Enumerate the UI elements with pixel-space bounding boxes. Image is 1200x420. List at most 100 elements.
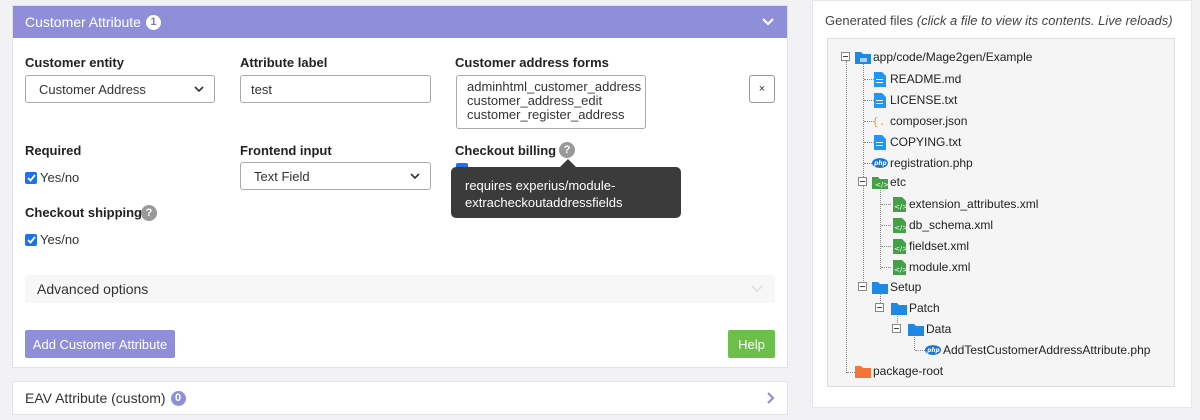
tree-label: module.xml bbox=[909, 260, 971, 274]
collapse-toggle[interactable] bbox=[858, 177, 867, 186]
files-heading-note: (click a file to view its contents. Live… bbox=[916, 13, 1173, 28]
tree-connector bbox=[881, 267, 891, 268]
help-icon[interactable]: ? bbox=[141, 205, 157, 221]
tree-connector bbox=[881, 204, 891, 205]
customer-entity-select[interactable]: Customer Address bbox=[25, 75, 215, 103]
collapse-toggle[interactable] bbox=[858, 282, 867, 291]
tree-file[interactable]: php AddTestCustomerAddressAttribute.php bbox=[925, 342, 1150, 358]
folder-icon bbox=[891, 300, 907, 316]
svg-text:{..}: {..} bbox=[872, 115, 888, 128]
tree-label: LICENSE.txt bbox=[890, 93, 958, 107]
tree-label: registration.php bbox=[890, 156, 973, 170]
clear-button[interactable]: × bbox=[749, 75, 775, 103]
tree-file[interactable]: COPYING.txt bbox=[872, 134, 961, 150]
eav-panel-title: EAV Attribute (custom) bbox=[25, 390, 166, 406]
eav-count-badge: 0 bbox=[170, 390, 186, 406]
tree-label: README.md bbox=[890, 72, 962, 86]
svg-text:</>: </> bbox=[894, 224, 906, 232]
required-checkbox-label: Yes/no bbox=[40, 170, 80, 185]
tree-connector bbox=[881, 225, 891, 226]
file-icon bbox=[872, 92, 888, 108]
help-button[interactable]: Help bbox=[728, 330, 775, 358]
tooltip-arrow bbox=[560, 159, 576, 167]
customer-entity-label: Customer entity bbox=[25, 55, 124, 70]
eav-attribute-panel-header[interactable]: EAV Attribute (custom) 0 bbox=[12, 381, 788, 415]
xml-icon: </> bbox=[891, 238, 907, 254]
advanced-options-toggle[interactable]: Advanced options bbox=[25, 275, 775, 303]
tree-file[interactable]: </> module.xml bbox=[891, 259, 970, 275]
address-form-option[interactable]: adminhtml_customer_address bbox=[467, 80, 641, 94]
checkout-shipping-checkbox[interactable] bbox=[25, 233, 37, 246]
file-icon bbox=[872, 71, 888, 87]
tree-folder[interactable]: app/code/Mage2gen/Example bbox=[855, 49, 1032, 65]
panel-title: Customer Attribute bbox=[25, 14, 141, 30]
tooltip-line: extracheckoutaddressfields bbox=[465, 195, 623, 210]
tree-label: Data bbox=[926, 322, 952, 336]
tree-label: extension_attributes.xml bbox=[909, 197, 1039, 211]
svg-text:</>: </> bbox=[875, 181, 888, 189]
attribute-label-input[interactable] bbox=[240, 75, 431, 103]
tree-folder[interactable]: Data bbox=[908, 321, 951, 337]
svg-text:</>: </> bbox=[894, 245, 906, 253]
tooltip-line: requires experius/module- bbox=[465, 178, 616, 193]
required-checkbox-row[interactable]: Yes/no bbox=[25, 170, 79, 185]
folder-icon bbox=[855, 49, 871, 65]
tree-label: etc bbox=[890, 175, 907, 189]
tree-file[interactable]: </> db_schema.xml bbox=[891, 217, 993, 233]
tree-connector bbox=[881, 246, 891, 247]
tree-file[interactable]: README.md bbox=[872, 71, 961, 87]
frontend-input-select[interactable]: Text Field bbox=[240, 162, 431, 190]
generated-files-panel: Generated files (click a file to view it… bbox=[812, 0, 1192, 408]
address-form-option[interactable]: customer_register_address bbox=[467, 108, 635, 122]
tooltip: requires experius/module- extracheckouta… bbox=[451, 167, 681, 218]
advanced-options-label: Advanced options bbox=[37, 281, 149, 297]
checkout-shipping-label: Checkout shipping bbox=[25, 205, 142, 220]
orange-folder-icon bbox=[855, 363, 871, 379]
tree-label: app/code/Mage2gen/Example bbox=[873, 50, 1033, 64]
tree-label: db_schema.xml bbox=[909, 218, 994, 232]
panel-header[interactable]: Customer Attribute 1 bbox=[13, 6, 787, 38]
tree-folder[interactable]: Setup bbox=[872, 279, 921, 295]
xml-icon: </> bbox=[891, 196, 907, 212]
svg-text:php: php bbox=[873, 161, 886, 167]
xml-folder-icon: </> bbox=[872, 174, 888, 190]
select-chevron-icon bbox=[410, 173, 420, 179]
tree-connector bbox=[863, 185, 864, 287]
panel-count-badge: 1 bbox=[145, 14, 161, 30]
json-icon: {..} bbox=[872, 113, 888, 129]
select-chevron-icon bbox=[194, 86, 204, 92]
tree-label: Setup bbox=[890, 280, 922, 294]
checkout-shipping-checkbox-row[interactable]: Yes/no bbox=[25, 232, 79, 247]
svg-text:</>: </> bbox=[894, 266, 906, 274]
tree-folder[interactable]: </> etc bbox=[872, 174, 906, 190]
folder-icon bbox=[908, 321, 924, 337]
collapse-toggle[interactable] bbox=[892, 324, 901, 333]
tree-label: composer.json bbox=[890, 114, 968, 128]
collapse-toggle[interactable] bbox=[841, 52, 850, 61]
tree-folder[interactable]: Patch bbox=[891, 300, 940, 316]
tree-file[interactable]: php registration.php bbox=[872, 155, 973, 171]
svg-text:</>: </> bbox=[894, 203, 906, 211]
tree-label: package-root bbox=[873, 364, 944, 378]
tree-file[interactable]: </> fieldset.xml bbox=[891, 238, 969, 254]
checkout-shipping-checkbox-label: Yes/no bbox=[40, 232, 80, 247]
add-customer-attribute-button[interactable]: Add Customer Attribute bbox=[25, 330, 175, 358]
collapse-toggle[interactable] bbox=[875, 303, 884, 312]
tree-connector bbox=[846, 61, 847, 373]
chevron-right-icon bbox=[767, 392, 775, 404]
php-icon: php bbox=[872, 155, 888, 171]
chevron-down-icon[interactable] bbox=[761, 15, 775, 29]
tree-folder[interactable]: package-root bbox=[855, 363, 943, 379]
required-checkbox[interactable] bbox=[25, 171, 37, 184]
tree-file[interactable]: {..} composer.json bbox=[872, 113, 967, 129]
tree-file[interactable]: LICENSE.txt bbox=[872, 92, 957, 108]
checkout-billing-label: Checkout billing bbox=[455, 143, 557, 158]
tree-file[interactable]: </> extension_attributes.xml bbox=[891, 196, 1038, 212]
help-icon[interactable]: ? bbox=[559, 142, 575, 158]
files-heading-title: Generated files bbox=[825, 13, 914, 28]
address-form-option[interactable]: customer_address_edit bbox=[467, 94, 635, 108]
svg-text:php: php bbox=[926, 348, 939, 354]
customer-address-forms-multiselect[interactable]: adminhtml_customer_address customer_addr… bbox=[456, 75, 646, 129]
tree-label: AddTestCustomerAddressAttribute.php bbox=[943, 343, 1151, 357]
file-icon bbox=[872, 134, 888, 150]
